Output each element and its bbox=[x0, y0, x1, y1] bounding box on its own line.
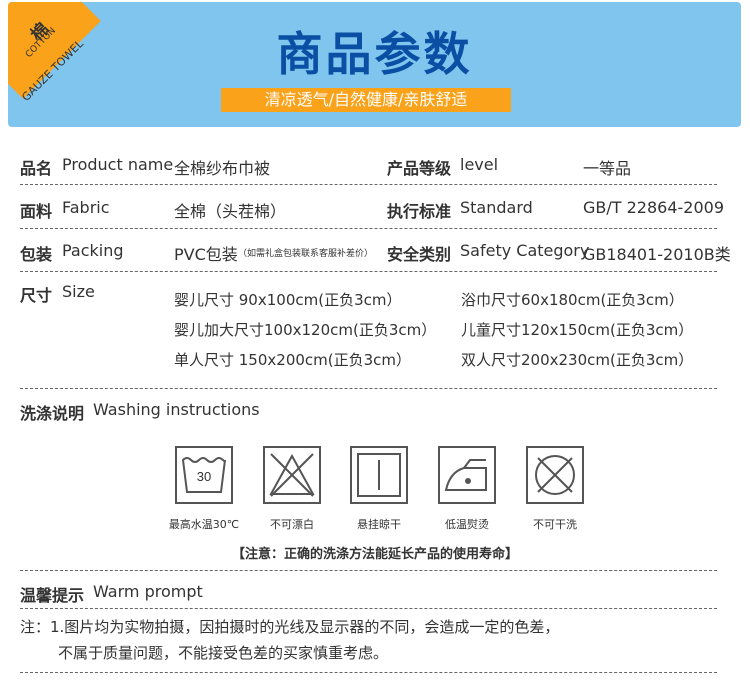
divider bbox=[20, 570, 717, 571]
wash-label: 低温熨烫 bbox=[445, 518, 489, 531]
size-item: 双人尺寸200x230cm(正负3cm） bbox=[461, 351, 694, 369]
svg-text:30: 30 bbox=[197, 469, 211, 484]
size-item: 单人尺寸 150x200cm(正负3cm） bbox=[174, 351, 412, 369]
size-item: 浴巾尺寸60x180cm(正负3cm） bbox=[461, 291, 684, 309]
value-packing-note: （如需礼盒包装联系客服补差价） bbox=[238, 249, 374, 259]
label-size-cn: 尺寸 bbox=[20, 286, 53, 305]
value-grade: 一等品 bbox=[583, 159, 632, 178]
value-name: 全棉纱布巾被 bbox=[174, 159, 271, 178]
wash-label: 悬挂晾干 bbox=[357, 518, 401, 531]
divider bbox=[20, 672, 717, 673]
wash-label: 不可干洗 bbox=[533, 518, 577, 531]
value-standard: GB/T 22864-2009 bbox=[583, 198, 725, 217]
label-fabric-en: Fabric bbox=[62, 198, 110, 217]
header-banner: 棉 COTTON GAUZE TOWEL 商品参数 清凉透气/自然健康/亲肤舒适 bbox=[8, 2, 741, 127]
prompt-title-cn: 温馨提示 bbox=[20, 586, 85, 605]
value-fabric: 全棉（头茬棉） bbox=[174, 202, 287, 221]
label-packing-en: Packing bbox=[62, 241, 124, 260]
label-safety-en: Safety Category bbox=[460, 241, 590, 260]
label-grade-en: level bbox=[460, 155, 499, 174]
prompt-title-en: Warm prompt bbox=[93, 582, 203, 601]
divider bbox=[20, 388, 717, 389]
washing-title-cn: 洗涤说明 bbox=[20, 404, 85, 423]
washing-note: 【注意：正确的洗涤方法能延长产品的使用寿命】 bbox=[231, 547, 518, 562]
wash-label: 最高水温30℃ bbox=[168, 518, 240, 531]
divider bbox=[20, 271, 717, 272]
label-name-cn: 品名 bbox=[20, 159, 53, 178]
divider bbox=[20, 608, 717, 609]
label-fabric-cn: 面料 bbox=[20, 202, 53, 221]
label-standard-cn: 执行标准 bbox=[387, 202, 452, 221]
value-packing: PVC包装 bbox=[174, 245, 238, 264]
label-grade-cn: 产品等级 bbox=[387, 159, 452, 178]
divider bbox=[20, 228, 717, 229]
no-dry-clean-icon bbox=[526, 446, 584, 504]
divider bbox=[20, 184, 717, 185]
label-name-en: Product name bbox=[62, 155, 174, 174]
size-item: 婴儿尺寸 90x100cm(正负3cm） bbox=[174, 291, 402, 309]
low-iron-icon bbox=[438, 446, 496, 504]
page-title: 商品参数 bbox=[276, 27, 473, 81]
wash-30-icon: 30 bbox=[175, 446, 233, 504]
label-size-en: Size bbox=[62, 282, 95, 301]
subtitle-badge: 清凉透气/自然健康/亲肤舒适 bbox=[221, 88, 511, 112]
hang-dry-icon bbox=[350, 446, 408, 504]
label-safety-cn: 安全类别 bbox=[387, 245, 452, 264]
washing-title-en: Washing instructions bbox=[93, 400, 260, 419]
size-item: 婴儿加大尺寸100x120cm(正负3cm） bbox=[174, 321, 437, 339]
prompt-line-2: 不属于质量问题，不能接受色差的买家慎重考虑。 bbox=[58, 644, 389, 662]
prompt-line-1: 注：1.图片均为实物拍摄，因拍摄时的光线及显示器的不同，会造成一定的色差， bbox=[20, 618, 560, 636]
label-standard-en: Standard bbox=[460, 198, 533, 217]
value-safety: GB18401-2010B类 bbox=[583, 245, 731, 264]
size-item: 儿童尺寸120x150cm(正负3cm） bbox=[461, 321, 694, 339]
no-bleach-icon bbox=[263, 446, 321, 504]
wash-label: 不可漂白 bbox=[270, 518, 314, 531]
label-packing-cn: 包装 bbox=[20, 245, 53, 264]
